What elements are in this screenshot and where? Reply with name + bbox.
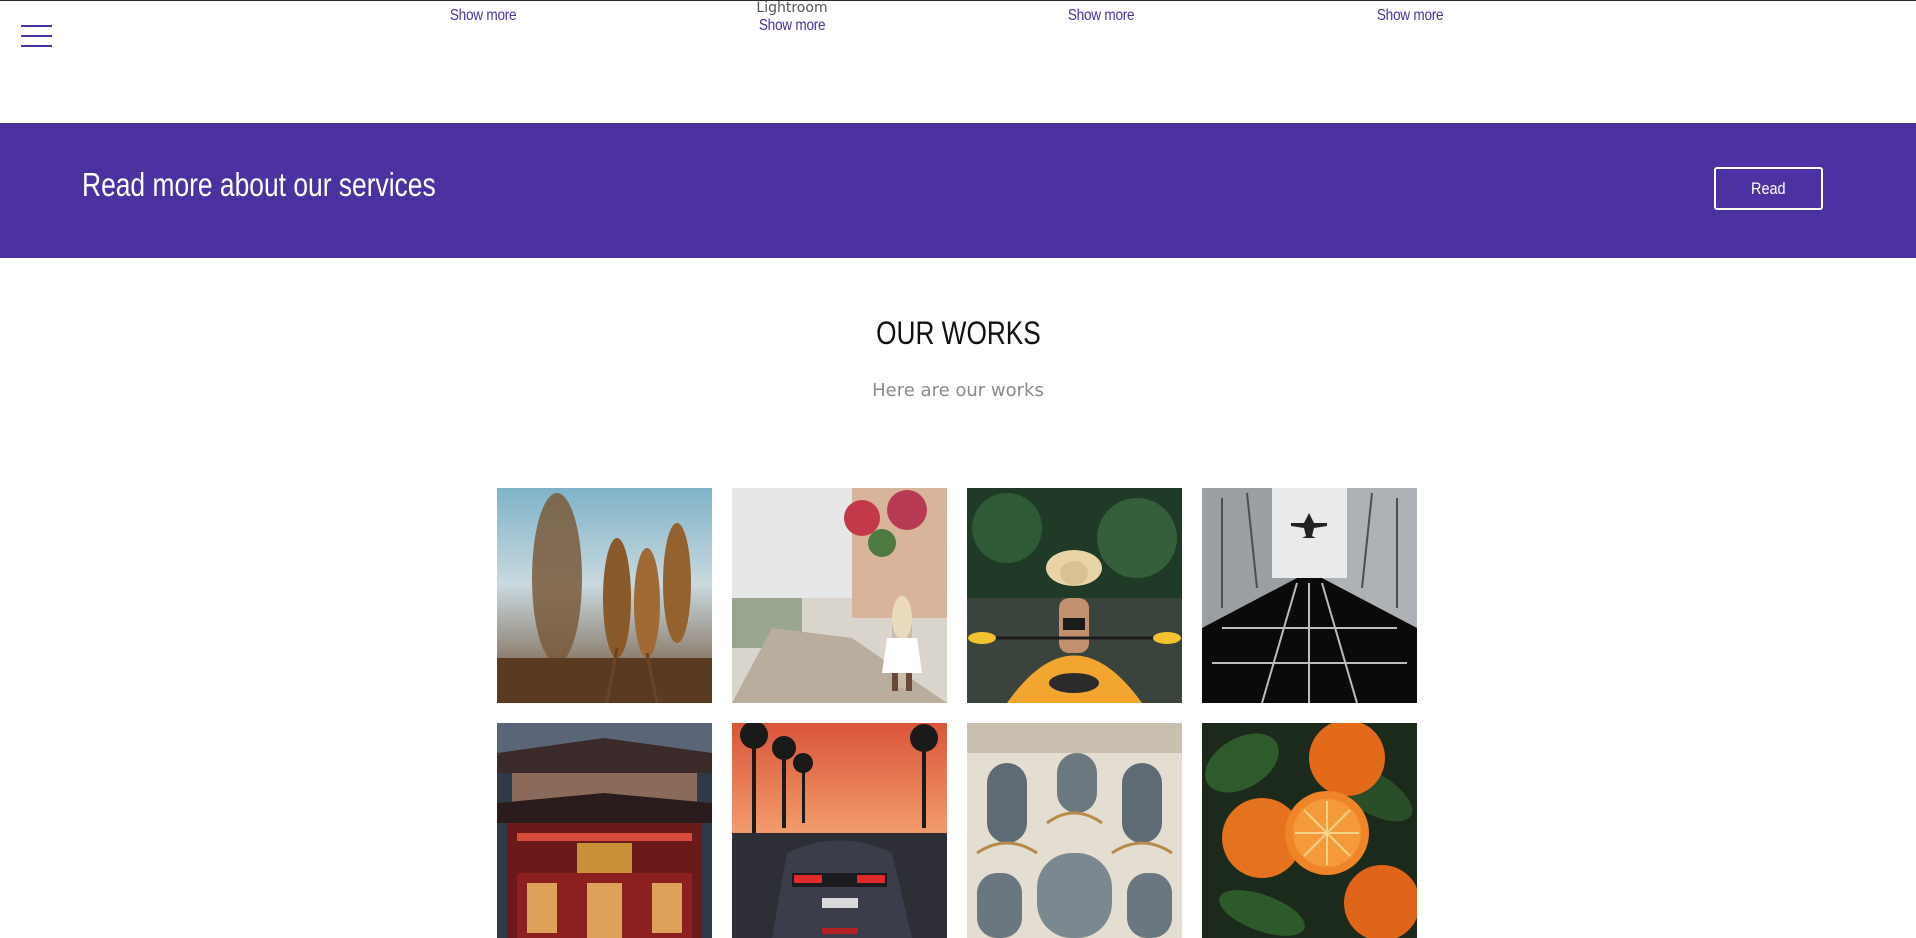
kayak-photo[interactable]: [967, 488, 1182, 703]
hamburger-line: [21, 35, 52, 37]
show-more-link[interactable]: Show more: [450, 6, 517, 26]
baroque-interior-image: [967, 723, 1182, 938]
wheat-photo[interactable]: [497, 488, 712, 703]
service-column-2: Lightroom Show more: [712, 0, 872, 36]
service-column-4: Show more: [1330, 6, 1490, 26]
woman-walking-photo[interactable]: [732, 488, 947, 703]
works-title: OUR WORKS: [0, 313, 1916, 353]
kayak-image: [967, 488, 1182, 703]
temple-photo[interactable]: [497, 723, 712, 938]
banner-title: Read more about our services: [82, 166, 436, 203]
airplane-building-image: [1202, 488, 1417, 703]
service-column-3: Show more: [1021, 6, 1181, 26]
hamburger-menu-icon[interactable]: [21, 25, 52, 47]
oranges-photo[interactable]: [1202, 723, 1417, 938]
read-button[interactable]: Read: [1714, 167, 1823, 210]
show-more-link[interactable]: Show more: [1377, 6, 1444, 26]
service-tag: Lightroom: [756, 0, 828, 16]
read-button-label: Read: [1751, 178, 1786, 198]
temple-image: [497, 723, 712, 938]
show-more-link[interactable]: Show more: [1068, 6, 1135, 26]
works-title-text: OUR WORKS: [875, 315, 1041, 351]
woman-walking-image: [732, 488, 947, 703]
show-more-link[interactable]: Show more: [759, 16, 826, 36]
baroque-interior-photo[interactable]: [967, 723, 1182, 938]
wheat-image: [497, 488, 712, 703]
page: Show more Lightroom Show more Show more …: [0, 0, 1916, 938]
sports-car-image: [732, 723, 947, 938]
airplane-building-photo[interactable]: [1202, 488, 1417, 703]
hamburger-line: [21, 25, 52, 27]
service-column-1: Show more: [403, 6, 563, 26]
services-banner: Read more about our services Read: [0, 123, 1916, 258]
oranges-image: [1202, 723, 1417, 938]
sports-car-photo[interactable]: [732, 723, 947, 938]
top-divider: [0, 0, 1916, 1]
hamburger-line: [21, 45, 52, 47]
works-subtitle: Here are our works: [872, 380, 1044, 401]
